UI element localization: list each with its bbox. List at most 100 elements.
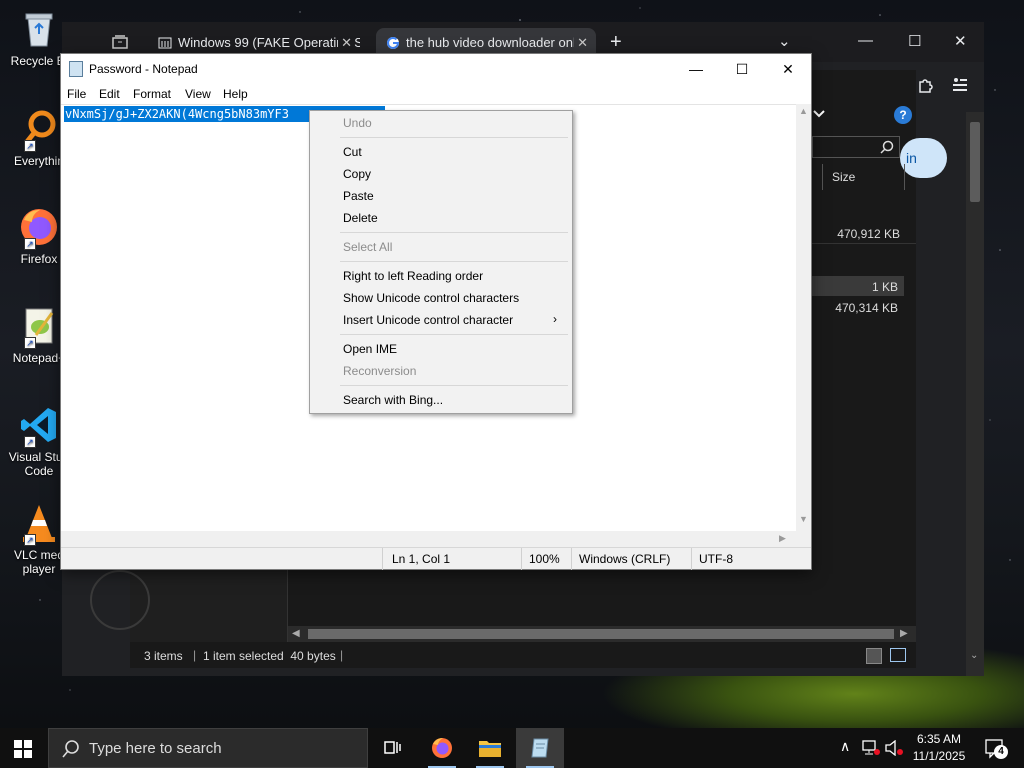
scroll-down-icon[interactable]: ⌄ — [970, 650, 978, 661]
menu-item-cut[interactable]: Cut — [343, 145, 362, 159]
clock-date[interactable]: 11/1/2025 — [912, 749, 966, 763]
menu-file[interactable]: File — [67, 87, 86, 101]
firefox-icon: ↗ — [18, 206, 60, 250]
menu-item-search-bing[interactable]: Search with Bing... — [343, 393, 443, 407]
window-title: Password - Notepad — [89, 62, 198, 76]
sign-in-button[interactable]: in — [900, 138, 947, 178]
menu-item-paste[interactable]: Paste — [343, 189, 374, 203]
decorative-ring — [90, 570, 150, 630]
menu-separator — [340, 385, 568, 386]
menu-item-show-unicode[interactable]: Show Unicode control characters — [343, 291, 519, 305]
start-button[interactable] — [14, 740, 32, 758]
menu-format[interactable]: Format — [133, 87, 171, 101]
menu-item-insert-unicode[interactable]: Insert Unicode control character — [343, 313, 513, 327]
status-divider — [382, 548, 383, 570]
horizontal-scrollbar[interactable]: ▶ — [61, 531, 796, 547]
tab-search-icon[interactable] — [110, 32, 130, 52]
notepad-title-bar[interactable]: Password - Notepad — ☐ ✕ — [61, 54, 811, 84]
notepad-status-bar: Ln 1, Col 1 100% Windows (CRLF) UTF-8 — [61, 547, 811, 570]
row-divider — [812, 243, 916, 244]
table-row-selected[interactable]: 1 KB — [812, 276, 904, 296]
menu-bar: File Edit Format View Help — [61, 84, 811, 104]
tab-title: the hub video downloader onlin — [406, 35, 586, 50]
menu-item-rtl-reading-order[interactable]: Right to left Reading order — [343, 269, 483, 283]
menu-edit[interactable]: Edit — [99, 87, 120, 101]
file-size: 470,314 KB — [835, 301, 898, 315]
shortcut-arrow-icon: ↗ — [24, 337, 36, 349]
close-button[interactable]: ✕ — [765, 58, 811, 82]
taskbar-notepad[interactable] — [516, 728, 564, 768]
vertical-scrollbar[interactable]: ▲ ▼ — [796, 104, 811, 547]
menu-item-open-ime[interactable]: Open IME — [343, 342, 397, 356]
volume-muted-icon[interactable] — [884, 739, 904, 757]
tab-close-icon[interactable]: ✕ — [574, 35, 588, 51]
browser-scrollbar[interactable]: ⌄ — [966, 112, 984, 676]
folder-icon — [479, 741, 501, 757]
details-view-icon[interactable] — [866, 648, 882, 664]
menu-separator — [340, 261, 568, 262]
new-tab-button[interactable]: + — [610, 32, 622, 52]
notepad-icon — [531, 738, 549, 758]
menu-item-reconversion[interactable]: Reconversion — [343, 364, 416, 378]
encoding: UTF-8 — [699, 552, 733, 566]
column-header-size[interactable]: Size — [832, 170, 855, 184]
menu-separator — [340, 232, 568, 233]
task-view-icon — [384, 741, 401, 754]
menu-view[interactable]: View — [185, 87, 211, 101]
collapse-chevron-icon[interactable] — [812, 108, 832, 122]
shortcut-arrow-icon: ↗ — [24, 238, 36, 250]
menu-icon[interactable] — [950, 74, 970, 94]
maximize-button[interactable]: ☐ — [719, 58, 765, 82]
tab-list-chevron-icon[interactable]: ⌄ — [778, 32, 791, 50]
scrollbar-thumb[interactable] — [970, 122, 980, 202]
windows-logo-icon — [14, 740, 32, 758]
menu-item-copy[interactable]: Copy — [343, 167, 371, 181]
tiles-view-icon[interactable] — [890, 648, 906, 662]
extensions-icon[interactable] — [916, 74, 936, 94]
help-icon[interactable]: ? — [894, 106, 912, 124]
minimize-button[interactable]: — — [673, 58, 719, 82]
menu-help[interactable]: Help — [223, 87, 248, 101]
menu-item-undo[interactable]: Undo — [343, 116, 372, 130]
show-hidden-icons-chevron[interactable]: ∧ — [840, 738, 850, 755]
taskbar-firefox[interactable] — [418, 728, 466, 768]
submenu-arrow-icon: › — [553, 312, 557, 326]
browser-close-button[interactable]: ✕ — [954, 32, 967, 50]
notepad-plus-plus-icon: ↗ — [18, 305, 60, 349]
scrollbar-thumb[interactable] — [308, 629, 894, 639]
task-view-button[interactable] — [368, 728, 416, 768]
scroll-down-icon[interactable]: ▼ — [799, 514, 808, 524]
cursor-position: Ln 1, Col 1 — [392, 552, 451, 566]
notification-center-button[interactable]: 4 — [984, 737, 1008, 759]
taskbar-file-explorer[interactable] — [466, 728, 514, 768]
scroll-left-icon[interactable]: ◀ — [292, 628, 300, 639]
taskbar-search-box[interactable]: Type here to search — [48, 728, 368, 768]
scroll-right-icon[interactable]: ▶ — [779, 533, 786, 544]
recycle-bin-icon — [18, 8, 60, 50]
explorer-search-box[interactable] — [812, 136, 900, 158]
menu-item-delete[interactable]: Delete — [343, 211, 378, 225]
horizontal-scrollbar[interactable]: ◀ ▶ — [288, 626, 916, 642]
notepad-icon — [69, 61, 83, 77]
shortcut-arrow-icon: ↗ — [24, 436, 36, 448]
tab-close-icon[interactable]: ✕ — [338, 35, 352, 51]
everything-search-icon: ↗ — [18, 108, 60, 152]
scroll-right-icon[interactable]: ▶ — [900, 628, 908, 639]
scroll-up-icon[interactable]: ▲ — [799, 106, 808, 116]
shortcut-arrow-icon: ↗ — [24, 534, 36, 546]
context-menu: Undo Cut Copy Paste Delete Select All Ri… — [309, 110, 573, 414]
menu-separator — [340, 334, 568, 335]
clock-time[interactable]: 6:35 AM — [912, 732, 966, 746]
browser-minimize-button[interactable]: — — [858, 32, 873, 49]
search-placeholder: Type here to search — [89, 740, 222, 757]
status-divider — [571, 548, 572, 570]
network-icon[interactable] — [862, 740, 880, 756]
search-icon — [879, 139, 895, 155]
column-divider — [822, 164, 823, 190]
search-icon — [61, 739, 81, 759]
item-count: 3 items — [144, 649, 183, 663]
browser-maximize-button[interactable]: ☐ — [908, 32, 921, 50]
column-divider — [904, 164, 905, 190]
line-ending: Windows (CRLF) — [579, 552, 671, 566]
menu-item-select-all[interactable]: Select All — [343, 240, 392, 254]
